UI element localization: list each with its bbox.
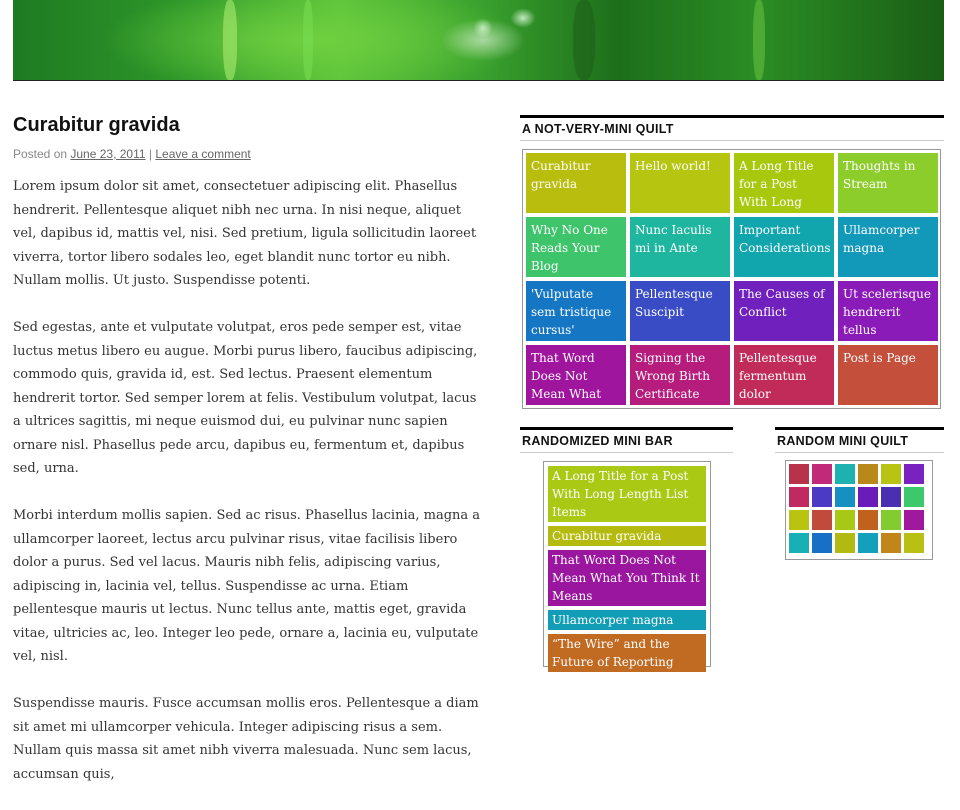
mini-quilt-tile[interactable] <box>789 533 809 553</box>
mini-bar-item[interactable]: “The Wire” and the Future of Reporting <box>548 634 706 672</box>
mini-quilt-tile[interactable] <box>812 464 832 484</box>
grass-blade-decoration <box>753 0 765 80</box>
post-paragraph: Morbi interdum mollis sapien. Sed ac ris… <box>13 508 481 664</box>
quilt-tile[interactable]: Post is Page <box>838 345 938 405</box>
mini-quilt-tile[interactable] <box>858 533 878 553</box>
grass-blade-decoration <box>573 0 595 80</box>
quilt-tile[interactable]: The Causes of Conflict <box>734 281 834 341</box>
meta-separator: | <box>145 147 156 161</box>
quilt-tile[interactable]: Hello world! <box>630 153 730 213</box>
mini-quilt-tile[interactable] <box>789 464 809 484</box>
mini-quilt-tile[interactable] <box>858 464 878 484</box>
quilt-tile[interactable]: 'Vulputate sem tristique cursus' <box>526 281 626 341</box>
quilt-tile[interactable]: Pellentesque Suscipit <box>630 281 730 341</box>
mini-quilt-tile[interactable] <box>858 487 878 507</box>
mini-bar-widget-title: RANDOMIZED MINI BAR <box>520 427 733 453</box>
post-paragraph: Sed egestas, ante et vulputate volutpat,… <box>13 320 478 476</box>
mini-quilt-tile[interactable] <box>812 533 832 553</box>
mini-bar-item[interactable]: Curabitur gravida <box>548 526 706 546</box>
mini-quilt-tile[interactable] <box>812 487 832 507</box>
post-title[interactable]: Curabitur gravida <box>13 114 180 137</box>
mini-quilt-tile[interactable] <box>858 510 878 530</box>
mini-quilt-tile[interactable] <box>812 510 832 530</box>
mini-quilt-tile[interactable] <box>904 487 924 507</box>
mini-quilt-tile[interactable] <box>835 487 855 507</box>
mini-quilt-tile[interactable] <box>835 510 855 530</box>
post-paragraph: Lorem ipsum dolor sit amet, consectetuer… <box>13 179 477 288</box>
post-content: Lorem ipsum dolor sit amet, consectetuer… <box>13 175 485 810</box>
quilt-tile[interactable]: Ut scelerisque hendrerit tellus <box>838 281 938 341</box>
quilt-tile[interactable]: A Long Title for a Post With Long Length <box>734 153 834 213</box>
leave-comment-link[interactable]: Leave a comment <box>155 147 250 161</box>
quilt-widget-title: A NOT-VERY-MINI QUILT <box>520 115 944 141</box>
mini-quilt-widget <box>785 460 933 560</box>
quilt-widget: Curabitur gravida Hello world! A Long Titl… <box>522 149 941 409</box>
mini-quilt-tile[interactable] <box>881 464 901 484</box>
mini-quilt-tile[interactable] <box>789 487 809 507</box>
quilt-tile[interactable]: Nunc Iaculis mi in Ante <box>630 217 730 277</box>
mini-bar-item[interactable]: That Word Does Not Mean What You Think I… <box>548 550 706 606</box>
quilt-tile[interactable]: Thoughts in Stream <box>838 153 938 213</box>
mini-quilt-widget-title: RANDOM MINI QUILT <box>775 427 944 453</box>
post-date-link[interactable]: June 23, 2011 <box>70 147 145 161</box>
post-paragraph: Suspendisse mauris. Fusce accumsan molli… <box>13 696 479 782</box>
mini-quilt-tile[interactable] <box>904 464 924 484</box>
mini-quilt-tile[interactable] <box>881 510 901 530</box>
mini-bar-item[interactable]: A Long Title for a Post With Long Length… <box>548 466 706 522</box>
grass-blade-decoration <box>223 0 237 80</box>
mini-quilt-tile[interactable] <box>881 487 901 507</box>
quilt-tile[interactable]: That Word Does Not Mean What You <box>526 345 626 405</box>
quilt-tile[interactable]: Pellentesque fermentum dolor <box>734 345 834 405</box>
quilt-tile[interactable]: Important Considerations <box>734 217 834 277</box>
posted-on-label: Posted on <box>13 147 71 161</box>
mini-quilt-grid <box>789 464 929 553</box>
header-banner-image <box>13 0 944 81</box>
mini-quilt-tile[interactable] <box>835 533 855 553</box>
quilt-grid: Curabitur gravida Hello world! A Long Titl… <box>526 153 938 405</box>
quilt-tile[interactable]: Curabitur gravida <box>526 153 626 213</box>
quilt-tile[interactable]: Signing the Wrong Birth Certificate <box>630 345 730 405</box>
post-meta: Posted on June 23, 2011 | Leave a commen… <box>13 147 251 161</box>
mini-quilt-tile[interactable] <box>835 464 855 484</box>
mini-quilt-tile[interactable] <box>904 510 924 530</box>
mini-bar-item[interactable]: Ullamcorper magna <box>548 610 706 630</box>
mini-bar-widget: A Long Title for a Post With Long Length… <box>543 461 711 672</box>
grass-blade-decoration <box>303 0 313 80</box>
quilt-tile[interactable]: Why No One Reads Your Blog <box>526 217 626 277</box>
mini-quilt-tile[interactable] <box>904 533 924 553</box>
mini-quilt-tile[interactable] <box>789 510 809 530</box>
quilt-tile[interactable]: Ullamcorper magna <box>838 217 938 277</box>
mini-quilt-tile[interactable] <box>881 533 901 553</box>
